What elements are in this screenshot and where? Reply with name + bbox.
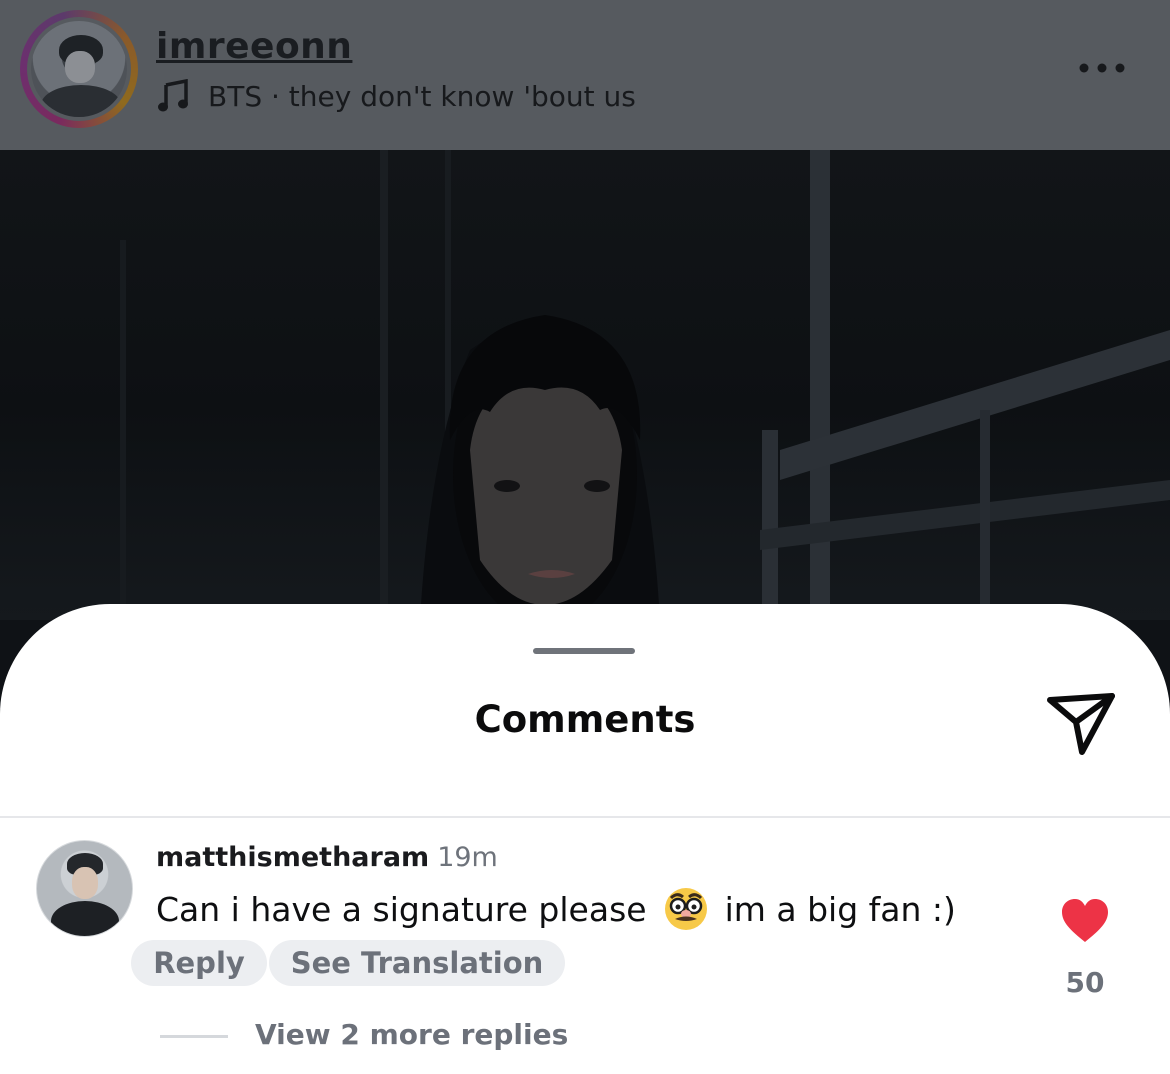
music-text: BTS · they don't know 'bout us — [208, 79, 636, 113]
photo-scene — [120, 150, 1170, 620]
poster-avatar — [31, 21, 127, 117]
comment-header: matthismetharam 19m — [156, 842, 498, 873]
disguised-face-emoji — [664, 888, 707, 930]
heart-icon[interactable] — [1060, 898, 1110, 944]
comments-sheet: Comments matthismetharam 19m Can i have a… — [0, 604, 1170, 1074]
post-header: imreeonn BTS · they don't know 'bout us — [0, 0, 1170, 150]
like-count: 50 — [1065, 966, 1105, 999]
comment-username[interactable]: matthismetharam — [156, 842, 429, 873]
post-photo — [0, 150, 1170, 620]
reply-button[interactable]: Reply — [131, 940, 267, 986]
commenter-avatar[interactable] — [36, 840, 133, 937]
sheet-grabber[interactable] — [533, 648, 635, 654]
music-note-icon — [158, 79, 188, 112]
sheet-title: Comments — [474, 698, 696, 741]
view-more-replies-button[interactable]: View 2 more replies — [255, 1018, 568, 1051]
music-attribution[interactable]: BTS · they don't know 'bout us — [158, 78, 636, 114]
comment-text-part-2: im a big fan :) — [724, 889, 956, 929]
screen: imreeonn BTS · they don't know 'bout us — [0, 0, 1170, 1074]
more-horizontal-icon[interactable] — [1076, 58, 1132, 78]
send-icon[interactable] — [1044, 688, 1118, 758]
post-username[interactable]: imreeonn — [156, 26, 352, 67]
comment-body: Can i have a signature please im a big f… — [156, 886, 956, 932]
story-ring-avatar[interactable] — [20, 10, 138, 128]
sheet-divider — [0, 816, 1170, 818]
see-translation-button[interactable]: See Translation — [269, 940, 565, 986]
replies-connector-line — [160, 1035, 228, 1038]
comment-text-part-1: Can i have a signature please — [156, 889, 647, 929]
comment-timestamp: 19m — [437, 842, 498, 873]
